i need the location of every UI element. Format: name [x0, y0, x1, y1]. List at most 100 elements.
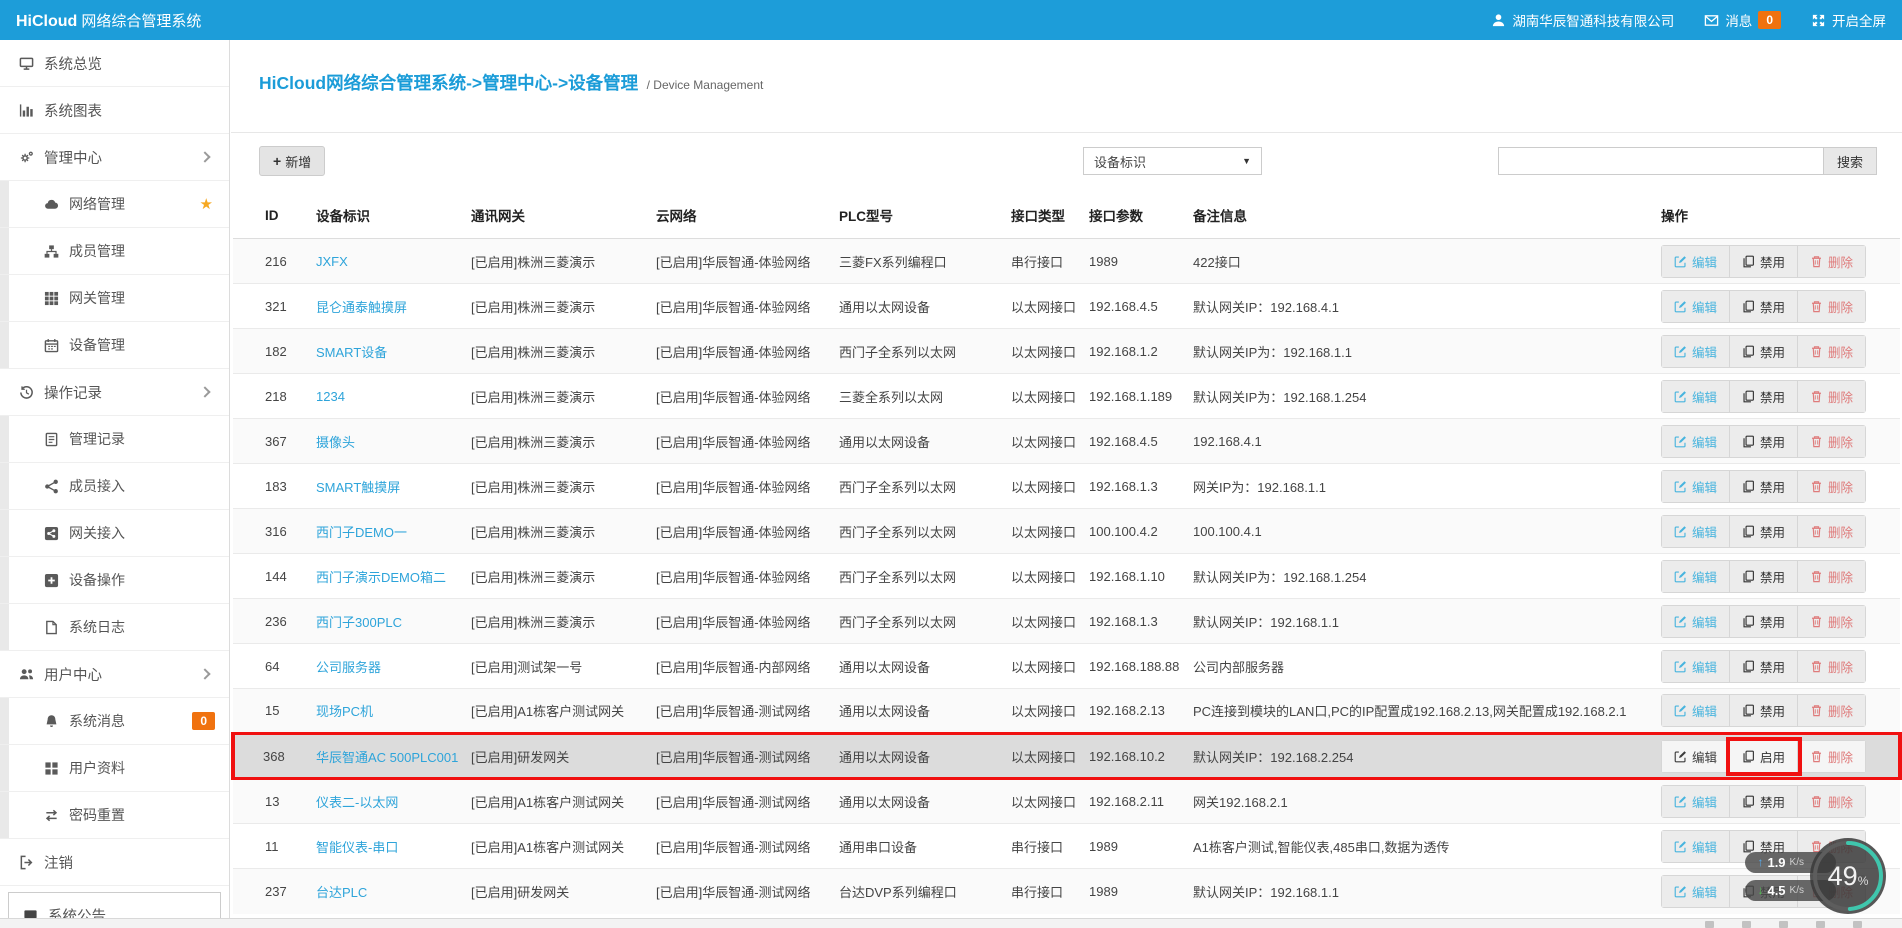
device-name-link[interactable]: SMART设备	[316, 345, 387, 360]
edit-button[interactable]: 编辑	[1662, 695, 1730, 726]
sidebar-item-member-access[interactable]: 成员接入	[0, 463, 229, 510]
sidebar-item-password-reset[interactable]: 密码重置	[0, 792, 229, 839]
sidebar-item-op-records[interactable]: 操作记录	[0, 369, 229, 416]
sidebar-item-logout[interactable]: 注销	[0, 839, 229, 886]
disable-button[interactable]: 禁用	[1730, 471, 1798, 502]
edit-button[interactable]: 编辑	[1662, 426, 1730, 457]
delete-button[interactable]: 删除	[1798, 381, 1865, 412]
device-name-link[interactable]: 台达PLC	[316, 885, 367, 900]
device-interface-type: 以太网接口	[1003, 284, 1081, 329]
edit-button[interactable]: 编辑	[1662, 606, 1730, 637]
edit-button[interactable]: 编辑	[1662, 876, 1730, 907]
disable-button[interactable]: 禁用	[1730, 381, 1798, 412]
column-header: PLC型号	[831, 190, 1003, 239]
search-input[interactable]	[1498, 147, 1823, 175]
edit-button[interactable]: 编辑	[1662, 471, 1730, 502]
device-name-link[interactable]: 西门子演示DEMO箱二	[316, 570, 446, 585]
sidebar-item-device-mgmt[interactable]: 设备管理	[0, 322, 229, 369]
sidebar-item-user-center[interactable]: 用户中心	[0, 651, 229, 698]
sidebar-item-system-messages[interactable]: 系统消息0	[0, 698, 229, 745]
disable-button[interactable]: 禁用	[1730, 336, 1798, 367]
delete-button[interactable]: 删除	[1798, 471, 1865, 502]
sidebar-item-member-mgmt[interactable]: 成员管理	[0, 228, 229, 275]
device-interface-type: 以太网接口	[1003, 689, 1081, 734]
device-interface-type: 以太网接口	[1003, 509, 1081, 554]
disable-button[interactable]: 禁用	[1730, 786, 1798, 817]
disable-button[interactable]: 禁用	[1730, 606, 1798, 637]
delete-button[interactable]: 删除	[1798, 561, 1865, 592]
disable-button[interactable]: 禁用	[1730, 246, 1798, 277]
edit-button[interactable]: 编辑	[1662, 516, 1730, 547]
sidebar-item-admin-center[interactable]: 管理中心	[0, 134, 229, 181]
copy-icon	[1742, 525, 1755, 538]
sidebar-item-network-mgmt[interactable]: 网络管理★	[0, 181, 229, 228]
device-name-link[interactable]: 现场PC机	[316, 704, 373, 719]
app-brand[interactable]: HiCloud网络综合管理系统	[16, 10, 201, 31]
device-name-link[interactable]: 1234	[316, 389, 345, 404]
navbar-company[interactable]: 湖南华辰智通科技有限公司	[1491, 10, 1674, 30]
trash-icon	[1810, 795, 1823, 808]
column-header: 设备标识	[308, 190, 463, 239]
breadcrumb: HiCloud网络综合管理系统->管理中心->设备管理	[259, 73, 638, 93]
navbar-messages[interactable]: 消息 0	[1704, 10, 1781, 30]
edit-button[interactable]: 编辑	[1662, 336, 1730, 367]
sidebar-item-user-profile[interactable]: 用户资料	[0, 745, 229, 792]
device-name-link[interactable]: 摄像头	[316, 435, 355, 450]
disable-button[interactable]: 禁用	[1730, 651, 1798, 682]
device-network: [已启用]华辰智通-测试网络	[648, 779, 831, 824]
device-name-link[interactable]: 西门子DEMO一	[316, 525, 407, 540]
sidebar-item-system-logs[interactable]: 系统日志	[0, 604, 229, 651]
device-name-link[interactable]: 智能仪表-串口	[316, 840, 398, 855]
delete-button[interactable]: 删除	[1798, 246, 1865, 277]
delete-button[interactable]: 删除	[1798, 651, 1865, 682]
edit-button[interactable]: 编辑	[1662, 381, 1730, 412]
enable-button[interactable]: 启用	[1730, 741, 1798, 772]
edit-button[interactable]: 编辑	[1662, 561, 1730, 592]
delete-button[interactable]: 删除	[1798, 741, 1865, 772]
edit-button[interactable]: 编辑	[1662, 831, 1730, 862]
disable-button[interactable]: 禁用	[1730, 561, 1798, 592]
sidebar-item-system-overview[interactable]: 系统总览	[0, 40, 229, 87]
device-name-link[interactable]: 华辰智通AC 500PLC001	[316, 750, 458, 765]
edit-button-label: 编辑	[1692, 657, 1717, 676]
device-name-link[interactable]: 仪表二-以太网	[316, 795, 398, 810]
delete-button[interactable]: 删除	[1798, 291, 1865, 322]
device-name-link[interactable]: SMART触摸屏	[316, 480, 400, 495]
exchange-icon	[42, 808, 60, 823]
edit-button[interactable]: 编辑	[1662, 651, 1730, 682]
device-interface-param: 192.168.4.5	[1081, 284, 1185, 329]
add-button[interactable]: + 新增	[259, 146, 325, 176]
delete-button[interactable]: 删除	[1798, 786, 1865, 817]
edit-button[interactable]: 编辑	[1662, 291, 1730, 322]
performance-circle[interactable]: 49%	[1810, 838, 1886, 914]
device-name-link[interactable]: 西门子300PLC	[316, 615, 402, 630]
filter-select[interactable]: 设备标识 ▼	[1083, 147, 1262, 175]
delete-button[interactable]: 删除	[1798, 695, 1865, 726]
disable-button[interactable]: 禁用	[1730, 516, 1798, 547]
delete-button[interactable]: 删除	[1798, 426, 1865, 457]
delete-button[interactable]: 删除	[1798, 606, 1865, 637]
star-icon: ★	[200, 195, 213, 213]
disable-button[interactable]: 禁用	[1730, 426, 1798, 457]
edit-button[interactable]: 编辑	[1662, 246, 1730, 277]
device-name-link[interactable]: JXFX	[316, 254, 348, 269]
edit-icon	[1674, 390, 1687, 403]
navbar-fullscreen[interactable]: 开启全屏	[1811, 10, 1886, 30]
delete-button[interactable]: 删除	[1798, 336, 1865, 367]
search-button[interactable]: 搜索	[1823, 147, 1877, 175]
sidebar-item-label: 成员管理	[69, 241, 125, 261]
edit-button[interactable]: 编辑	[1662, 741, 1730, 772]
sidebar-item-admin-records[interactable]: 管理记录	[0, 416, 229, 463]
device-name-link[interactable]: 公司服务器	[316, 660, 381, 675]
edit-button-label: 编辑	[1692, 837, 1717, 856]
sidebar-item-device-ops[interactable]: 设备操作	[0, 557, 229, 604]
sidebar-item-system-charts[interactable]: 系统图表	[0, 87, 229, 134]
disable-button[interactable]: 禁用	[1730, 291, 1798, 322]
sidebar-item-gateway-access[interactable]: 网关接入	[0, 510, 229, 557]
delete-button[interactable]: 删除	[1798, 516, 1865, 547]
edit-button[interactable]: 编辑	[1662, 786, 1730, 817]
sidebar-item-gateway-mgmt[interactable]: 网关管理	[0, 275, 229, 322]
network-monitor-widget[interactable]: ↑ 1.9 K/s ↓ 4.5 K/s 49%	[1745, 838, 1886, 914]
device-name-link[interactable]: 昆仑通泰触摸屏	[316, 300, 407, 315]
disable-button[interactable]: 禁用	[1730, 695, 1798, 726]
